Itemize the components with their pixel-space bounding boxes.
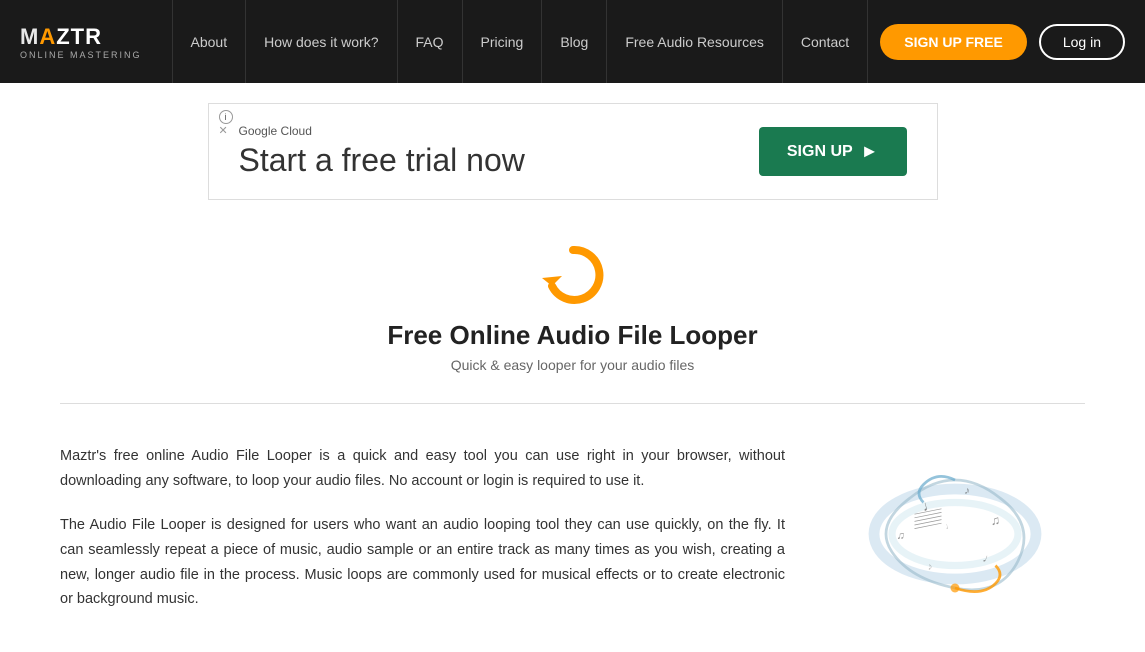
ad-signup-button[interactable]: SIGN UP ► bbox=[759, 127, 907, 176]
navbar: MAZTR ONLINE MASTERING About How does it… bbox=[0, 0, 1145, 83]
nav-free-audio-resources[interactable]: Free Audio Resources bbox=[607, 0, 783, 83]
nav-links: About How does it work? FAQ Pricing Blog… bbox=[172, 0, 881, 83]
logo-tagline: ONLINE MASTERING bbox=[20, 50, 142, 60]
nav-about[interactable]: About bbox=[172, 0, 247, 83]
nav-actions: SIGN UP FREE Log in bbox=[880, 24, 1125, 60]
nav-pricing[interactable]: Pricing bbox=[463, 0, 543, 83]
content-text: Maztr's free online Audio File Looper is… bbox=[60, 444, 785, 632]
content-area: Maztr's free online Audio File Looper is… bbox=[0, 424, 1145, 652]
svg-text:♪: ♪ bbox=[963, 485, 970, 498]
svg-text:♫: ♫ bbox=[896, 530, 905, 543]
ad-signup-arrow: ► bbox=[861, 141, 879, 162]
music-art-svg: ♩ ♪ ♫ ♩ ♪ ♫ ♩ bbox=[835, 444, 1075, 624]
hero-subtitle: Quick & easy looper for your audio files bbox=[20, 357, 1125, 373]
ad-info-icon[interactable]: i bbox=[219, 110, 233, 124]
content-paragraph-1: Maztr's free online Audio File Looper is… bbox=[60, 444, 785, 493]
logo[interactable]: MAZTR ONLINE MASTERING bbox=[20, 24, 142, 60]
ad-signup-label: SIGN UP bbox=[787, 143, 853, 161]
content-image: ♩ ♪ ♫ ♩ ♪ ♫ ♩ bbox=[825, 444, 1085, 624]
nav-contact[interactable]: Contact bbox=[783, 0, 868, 83]
ad-provider: Google Cloud bbox=[239, 124, 525, 138]
nav-blog[interactable]: Blog bbox=[542, 0, 607, 83]
ad-close-icon[interactable]: ✕ bbox=[219, 126, 233, 137]
loop-icon bbox=[538, 240, 608, 310]
hero-section: Free Online Audio File Looper Quick & ea… bbox=[0, 210, 1145, 383]
nav-how-it-works[interactable]: How does it work? bbox=[246, 0, 397, 83]
ad-container: i ✕ Google Cloud Start a free trial now … bbox=[0, 83, 1145, 210]
ad-controls: i ✕ bbox=[219, 110, 233, 137]
ad-left: Google Cloud Start a free trial now bbox=[239, 124, 525, 179]
signup-button[interactable]: SIGN UP FREE bbox=[880, 24, 1027, 60]
hero-title: Free Online Audio File Looper bbox=[20, 320, 1125, 351]
ad-headline: Start a free trial now bbox=[239, 142, 525, 179]
login-button[interactable]: Log in bbox=[1039, 24, 1125, 60]
nav-faq[interactable]: FAQ bbox=[398, 0, 463, 83]
content-paragraph-2: The Audio File Looper is designed for us… bbox=[60, 513, 785, 612]
svg-text:♫: ♫ bbox=[990, 513, 1001, 528]
logo-brand: MAZTR bbox=[20, 24, 102, 50]
ad-banner: i ✕ Google Cloud Start a free trial now … bbox=[208, 103, 938, 200]
section-divider bbox=[60, 403, 1085, 404]
svg-text:♩: ♩ bbox=[943, 519, 955, 531]
